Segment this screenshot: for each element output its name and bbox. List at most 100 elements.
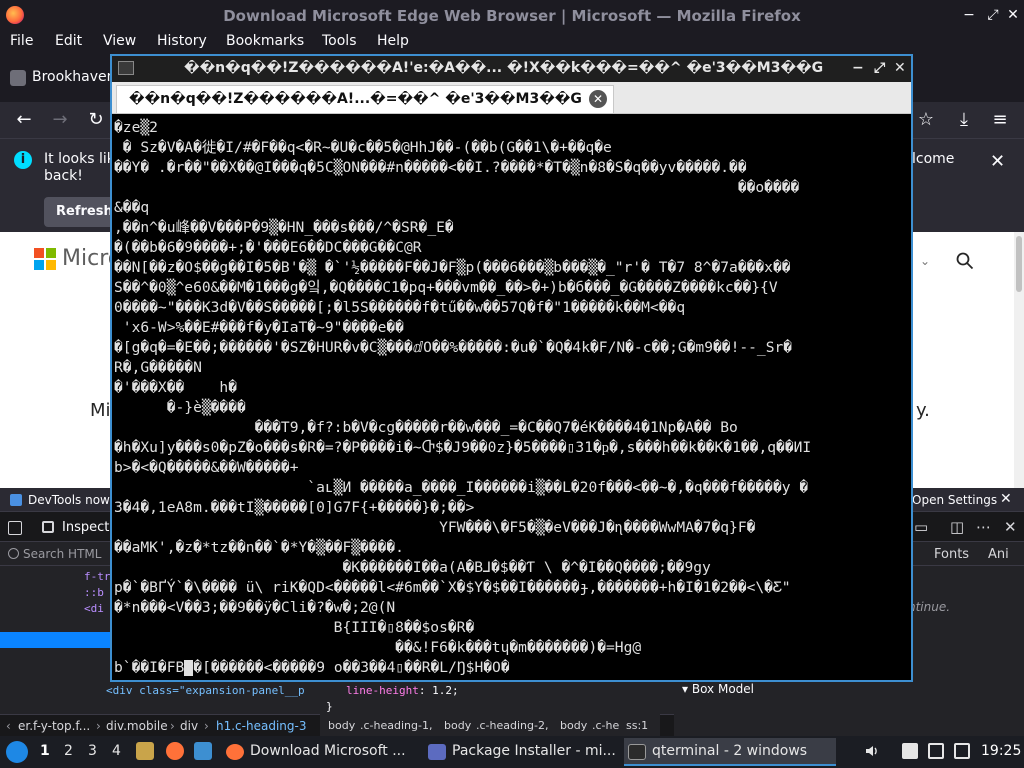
workspace-1[interactable]: 1	[40, 743, 50, 759]
terminal-line: 'x6-W>%��E#���f�y�IaT�~9"����e��	[114, 319, 404, 336]
clipboard-icon[interactable]	[902, 743, 918, 759]
close-devtools-icon[interactable]: ✕	[1004, 518, 1017, 536]
responsive-design-icon[interactable]: ▭	[914, 518, 928, 536]
tab-animations[interactable]: Ani	[988, 547, 1009, 562]
close-window-icon[interactable]: ✕	[1004, 7, 1022, 23]
breadcrumb-item-active[interactable]: h1.c-heading-3	[216, 719, 306, 733]
task-qterminal[interactable]: qterminal - 2 windows	[624, 738, 836, 766]
menu-edit[interactable]: Edit	[55, 33, 82, 49]
selected-html-node[interactable]	[0, 632, 112, 648]
microsoft-logo-icon	[34, 248, 56, 270]
clock: 19:25	[981, 743, 1022, 759]
show-desktop-icon[interactable]	[194, 742, 212, 760]
menu-tools[interactable]: Tools	[322, 33, 357, 49]
panel-hint-text: ntinue.	[908, 600, 951, 614]
workspace-4[interactable]: 4	[112, 743, 121, 759]
html-node[interactable]: <div class="expansion-panel__p	[106, 684, 305, 697]
desktop: Download Microsoft Edge Web Browser | Mi…	[0, 0, 1024, 768]
terminal-line: �'���X�� h�	[114, 379, 238, 396]
tab-favicon-icon	[10, 70, 26, 86]
bookmark-star-icon[interactable]: ☆	[914, 108, 938, 132]
downloads-icon[interactable]: ⤓	[952, 108, 976, 132]
task-package-installer[interactable]: Package Installer - mi...	[424, 738, 620, 766]
terminal-titlebar[interactable]: ��n�q��!Z������A!'e:�A��... �!X��k���=��…	[112, 56, 911, 82]
more-options-icon[interactable]: ⋯	[976, 518, 991, 536]
terminal-line: p�`�BҐÝ`�\���� ü\ riK�QD<�����l<#6m��`X�…	[114, 579, 791, 596]
html-node[interactable]: f-tr	[84, 570, 111, 583]
back-icon[interactable]: ←	[12, 108, 36, 132]
volume-icon[interactable]	[864, 743, 880, 759]
terminal-tab[interactable]: ��n�q��!Z������A!...�=��^ �e'3��M3��G ✕	[116, 85, 614, 113]
maximize-icon[interactable]: ⤢	[984, 7, 1002, 23]
app-menu-icon[interactable]: ≡	[988, 108, 1012, 132]
terminal-line-last: b`��I�FB �[������<�����9 o��3��4▯��R�L/Ŋ$…	[114, 658, 909, 678]
css-rule-close: }	[326, 700, 333, 713]
firefox-menubar: File Edit View History Bookmarks Tools H…	[0, 30, 1024, 52]
tab-inspector[interactable]: Inspecto	[62, 520, 117, 535]
chevron-down-icon[interactable]: ⌄	[920, 254, 930, 268]
page-hero-text: Mi	[90, 400, 111, 421]
task-firefox[interactable]: Download Microsoft ...	[222, 738, 418, 766]
maximize-icon[interactable]: ⤢	[874, 60, 885, 76]
taskbar: 1 2 3 4 Download Microsoft ... Package I…	[0, 736, 1024, 768]
terminal-line: ���T9,�f?:b�V�cg�����r��w���_=�C��Q7�éK�…	[114, 419, 738, 436]
firefox-tab[interactable]: Brookhaven	[6, 62, 116, 94]
terminal-cursor	[184, 660, 194, 676]
close-tab-icon[interactable]: ✕	[589, 90, 607, 108]
minimize-icon[interactable]: −	[852, 60, 864, 76]
terminal-line: R�,G�����N	[114, 359, 202, 376]
status-token: body	[328, 719, 356, 732]
minimize-icon[interactable]: −	[960, 7, 978, 23]
firefox-icon	[226, 744, 244, 760]
network-icon[interactable]	[954, 743, 970, 759]
terminal-output[interactable]: �ze▒2 � Sz�V�A�徙�I/#�F��q<�R~�U�c��5�@Hh…	[112, 114, 911, 680]
breadcrumb-scroll-icon[interactable]: ‹	[6, 719, 11, 733]
menu-view[interactable]: View	[103, 33, 136, 49]
firefox-titlebar: Download Microsoft Edge Web Browser | Mi…	[0, 0, 1024, 30]
firefox-window-title: Download Microsoft Edge Web Browser | Mi…	[223, 7, 801, 25]
status-token: .c-heading-2,	[476, 719, 549, 732]
close-window-icon[interactable]: ✕	[894, 60, 906, 76]
search-html-input[interactable]: Search HTML	[23, 547, 101, 561]
terminal-line-tail: �[������<�����9 o��3��4▯��R�L/Ŋ$H�O�	[193, 659, 510, 676]
reload-icon[interactable]: ↻	[84, 108, 108, 132]
css-value[interactable]: 1.2;	[432, 684, 459, 697]
file-manager-icon[interactable]	[136, 742, 154, 760]
close-notice-icon[interactable]: ✕	[990, 151, 1005, 172]
workspace-3[interactable]: 3	[88, 743, 97, 759]
terminal-line: ��&!F6�k���tɥ�m�������)�=Hg@	[114, 639, 642, 656]
open-settings-link[interactable]: Open Settings	[912, 493, 997, 507]
css-property[interactable]: line-height	[346, 684, 419, 697]
menu-history[interactable]: History	[157, 33, 207, 49]
forward-icon[interactable]: →	[48, 108, 72, 132]
task-label: Package Installer - mi...	[452, 743, 616, 759]
breadcrumb-item[interactable]: er.f-y-top.f...	[18, 719, 90, 733]
terminal-line: ��o����	[114, 179, 800, 196]
terminal-line: YFW���\�F5�▒�eV���J�ɳ����WwMA�7�q}F�	[114, 519, 756, 536]
terminal-line: � Sz�V�A�徙�I/#�F��q<�R~�U�c��5�@HhJ��-(�…	[114, 139, 612, 156]
menu-help[interactable]: Help	[377, 33, 409, 49]
menu-file[interactable]: File	[10, 33, 33, 49]
css-selector-status: body .c-heading-1, body .c-heading-2, bo…	[320, 714, 660, 736]
html-node[interactable]: ::b	[84, 586, 104, 599]
start-menu-icon[interactable]	[6, 741, 28, 763]
terminal-tab-label: ��n�q��!Z������A!...�=��^ �e'3��M3��G	[129, 91, 582, 107]
terminal-line: �h�Xu]y���s0�pZ�o���s�R�=?�P����i�~Ⴇ$�J9…	[114, 439, 812, 456]
box-model-header[interactable]: ▾ Box Model	[682, 682, 754, 696]
firefox-icon[interactable]	[166, 742, 184, 760]
workspace-2[interactable]: 2	[64, 743, 73, 759]
breadcrumb-item[interactable]: div.mobile	[106, 719, 168, 733]
tab-fonts[interactable]: Fonts	[934, 547, 969, 562]
package-installer-icon	[428, 744, 446, 760]
element-picker-icon[interactable]	[8, 521, 22, 535]
page-scrollbar[interactable]	[1014, 232, 1024, 488]
terminal-line: 0����~"���K3d�V��S�����[;�l5S������f�tű�…	[114, 299, 686, 316]
html-node[interactable]: <di	[84, 602, 104, 615]
search-icon[interactable]	[956, 252, 974, 270]
breadcrumb-item[interactable]: div	[180, 719, 198, 733]
dock-icon[interactable]: ◫	[950, 518, 964, 536]
menu-bookmarks[interactable]: Bookmarks	[226, 33, 304, 49]
display-icon[interactable]	[928, 743, 944, 759]
notice-text: It looks lik back!	[44, 151, 115, 184]
close-devtools-notice-icon[interactable]: ✕	[1000, 491, 1012, 507]
